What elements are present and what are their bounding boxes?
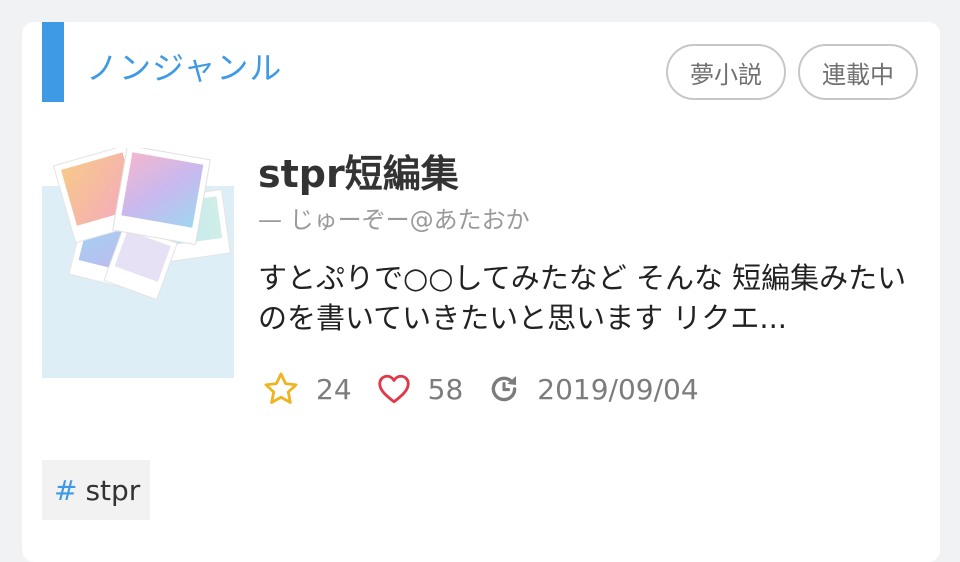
genre-label: ノンジャンル <box>86 49 283 87</box>
badge-dream-novel: 夢小説 <box>666 44 786 100</box>
stat-stars: 24 <box>262 370 352 408</box>
genre-accent-bar <box>42 22 64 102</box>
badge-group: 夢小説 連載中 <box>666 44 918 100</box>
update-icon <box>491 375 517 402</box>
tag-hash-icon: # <box>54 473 78 507</box>
heart-icon <box>377 374 410 404</box>
novel-card[interactable]: ノンジャンル 夢小説 連載中 stpr短編集 — じゅーぞー@あたおか すとぷり… <box>22 22 940 562</box>
likes-count: 58 <box>427 372 464 406</box>
novel-stats: 24 58 2019/09/04 <box>262 366 723 412</box>
badge-serializing: 連載中 <box>798 44 918 100</box>
novel-author[interactable]: — じゅーぞー@あたおか <box>258 204 530 236</box>
tag-label: stpr <box>85 473 141 507</box>
novel-title[interactable]: stpr短編集 <box>258 152 459 196</box>
tag-stpr[interactable]: # stpr <box>42 460 150 520</box>
novel-thumbnail[interactable] <box>42 148 234 378</box>
polaroid-collage-image <box>52 148 231 301</box>
stat-likes: 58 <box>376 371 464 407</box>
novel-description: すとぷりで○○してみたなど そんな 短編集みたいのを書いていきたいと思います リ… <box>258 261 907 335</box>
updated-date: 2019/09/04 <box>537 372 699 406</box>
star-icon <box>264 372 298 404</box>
stat-updated: 2019/09/04 <box>487 372 699 406</box>
stars-count: 24 <box>316 372 352 406</box>
